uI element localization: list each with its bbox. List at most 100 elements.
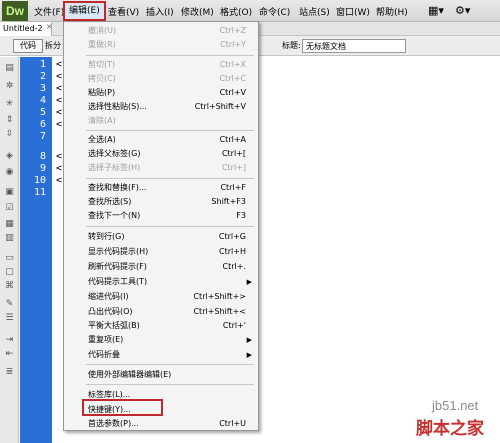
menu-item-indent-code[interactable]: 缩进代码(I) Ctrl+Shift+> — [64, 290, 258, 304]
line-number: 7 — [39, 131, 46, 142]
select-parent-tag-icon[interactable]: ◈ — [4, 151, 15, 161]
dreamweaver-logo: Dw — [2, 1, 28, 21]
wrap-tag-icon[interactable]: ⌘ — [4, 281, 15, 291]
collapse-selection-icon[interactable]: ⇕ — [4, 115, 15, 125]
menu-item-code-collapse[interactable]: 代码折叠 ▶ — [64, 348, 258, 362]
menu-item-clear[interactable]: 清除(A) — [64, 114, 258, 128]
menu-item-shortcut: F3 — [236, 211, 246, 220]
code-line: < — [56, 95, 63, 106]
menu-item-label: 显示代码提示(H) — [88, 247, 149, 256]
menu-item-shortcut: Ctrl+U — [219, 419, 246, 428]
menu-item-show-code-hints[interactable]: 显示代码提示(H) Ctrl+H — [64, 245, 258, 259]
menu-edit[interactable]: 编辑(E) — [63, 1, 106, 21]
title-field[interactable] — [302, 39, 406, 53]
menu-window[interactable]: 窗口(W) — [336, 5, 370, 18]
menu-item-shortcut: Ctrl+' — [222, 321, 246, 330]
menu-separator — [86, 55, 254, 56]
line-numbers-icon[interactable]: ▣ — [4, 187, 15, 197]
recent-snippets-icon[interactable]: ✎ — [4, 299, 15, 309]
menu-item-select-all[interactable]: 全选(A) Ctrl+A — [64, 133, 258, 147]
comment-icon[interactable]: ▭ — [4, 253, 15, 263]
menu-item-refresh-code-hints[interactable]: 刷新代码提示(F) Ctrl+. — [64, 260, 258, 274]
menu-item-label: 清除(A) — [88, 116, 116, 125]
menu-item-repeating-items[interactable]: 重复项(E) ▶ — [64, 333, 258, 347]
move-css-icon[interactable]: ☰ — [4, 313, 15, 323]
remove-comment-icon[interactable]: ▢ — [4, 267, 15, 277]
menu-item-find-selection[interactable]: 查找所选(S) Shift+F3 — [64, 195, 258, 209]
menu-item-select-parent-tag[interactable]: 选择父标签(G) Ctrl+[ — [64, 147, 258, 161]
menu-item-copy[interactable]: 拷贝(C) Ctrl+C — [64, 72, 258, 86]
menu-help[interactable]: 帮助(H) — [376, 5, 408, 18]
open-documents-icon[interactable]: ▤ — [4, 63, 15, 73]
menu-insert[interactable]: 插入(I) — [146, 5, 174, 18]
menu-item-shortcut: Ctrl+. — [222, 262, 246, 271]
menu-item-shortcut: Ctrl+[ — [221, 149, 246, 158]
menu-item-outdent-code[interactable]: 凸出代码(O) Ctrl+Shift+< — [64, 305, 258, 319]
menu-item-shortcut: Ctrl+Shift+> — [193, 292, 246, 301]
code-view-button[interactable]: 代码 — [13, 39, 43, 53]
line-number: 3 — [39, 83, 46, 94]
format-source-icon[interactable]: ≣ — [4, 367, 15, 377]
edit-menu-dropdown: 撤消(U) Ctrl+Z 重做(R) Ctrl+Y 剪切(T) Ctrl+X 拷贝(C… — [63, 21, 259, 431]
menu-site[interactable]: 站点(S) — [299, 5, 330, 18]
close-icon[interactable]: × — [46, 22, 53, 31]
menu-item-undo[interactable]: 撤消(U) Ctrl+Z — [64, 24, 258, 38]
tab-untitled-2[interactable]: Untitled-2 — [0, 22, 52, 36]
menu-item-shortcut: Ctrl+A — [219, 135, 246, 144]
menu-item-code-hint-tools[interactable]: 代码提示工具(T) ▶ — [64, 275, 258, 289]
menu-item-shortcut: Ctrl+C — [219, 74, 246, 83]
menu-item-label: 平衡大括弧(B) — [88, 321, 140, 330]
menu-format[interactable]: 格式(O) — [220, 5, 252, 18]
line-number: 2 — [39, 71, 46, 82]
menu-file[interactable]: 文件(F) — [34, 5, 64, 18]
menu-item-label: 拷贝(C) — [88, 74, 116, 83]
menu-item-paste-special[interactable]: 选择性粘贴(S)... Ctrl+Shift+V — [64, 100, 258, 114]
layout-icon[interactable]: ▦▾ — [428, 4, 444, 17]
line-number: 9 — [39, 163, 46, 174]
submenu-arrow-icon: ▶ — [246, 336, 252, 344]
menu-item-select-child[interactable]: 选择子标签(H) Ctrl+] — [64, 161, 258, 175]
line-number: 6 — [39, 119, 46, 130]
syntax-error-icon[interactable]: ▦ — [4, 219, 15, 229]
watermark-site: jb51.net — [432, 398, 479, 413]
menu-item-label: 查找下一个(N) — [88, 211, 141, 220]
menu-item-shortcut: Shift+F3 — [211, 197, 246, 206]
menu-item-shortcut: Ctrl+H — [219, 247, 246, 256]
expand-icon[interactable]: ✳ — [4, 99, 15, 109]
menu-item-preferences[interactable]: 首选参数(P)... Ctrl+U — [64, 417, 258, 431]
menu-item-label: 撤消(U) — [88, 26, 117, 35]
split-view-button[interactable]: 拆分 — [45, 39, 61, 53]
highlight-invalid-icon[interactable]: ☑ — [4, 203, 15, 213]
menu-commands[interactable]: 命令(C) — [259, 5, 290, 18]
menu-item-shortcut: Ctrl+G — [218, 232, 246, 241]
menu-item-label: 刷新代码提示(F) — [88, 262, 147, 271]
menu-item-balance-braces[interactable]: 平衡大括弧(B) Ctrl+' — [64, 319, 258, 333]
code-line: < — [56, 151, 63, 162]
menu-item-cut[interactable]: 剪切(T) Ctrl+X — [64, 58, 258, 72]
expand-all-icon[interactable]: ⇳ — [4, 129, 15, 139]
menu-item-redo[interactable]: 重做(R) Ctrl+Y — [64, 38, 258, 52]
menu-item-find-replace[interactable]: 查找和替换(F)... Ctrl+F — [64, 181, 258, 195]
menu-modify[interactable]: 修改(M) — [181, 5, 214, 18]
menu-item-label: 全选(A) — [88, 135, 116, 144]
menu-item-paste[interactable]: 粘贴(P) Ctrl+V — [64, 86, 258, 100]
coding-toolbar: ▤ ✲ ✳ ⇕ ⇳ ◈ ◉ ▣ ☑ ▦ ▥ ▭ ▢ ⌘ ✎ ☰ ⇥ ⇤ ≣ — [0, 57, 19, 443]
menu-item-shortcut: Ctrl+Shift+V — [194, 102, 246, 111]
menu-item-label: 选择父标签(G) — [88, 149, 141, 158]
word-wrap-icon[interactable]: ▥ — [4, 233, 15, 243]
outdent-code-icon[interactable]: ⇤ — [4, 349, 15, 359]
menu-item-find-next[interactable]: 查找下一个(N) F3 — [64, 209, 258, 223]
menu-item-label: 选择子标签(H) — [88, 163, 141, 172]
line-number-gutter: 1 2 3 4 5 6 7 8 9 10 11 — [20, 57, 52, 443]
menu-separator — [86, 364, 254, 365]
menu-item-external-editor[interactable]: 使用外部编辑器编辑(E) — [64, 368, 258, 382]
menu-item-label: 粘贴(P) — [88, 88, 116, 97]
collapse-tag-icon[interactable]: ✲ — [4, 81, 15, 91]
line-number: 10 — [33, 175, 46, 186]
menu-item-go-to-line[interactable]: 转到行(G) Ctrl+G — [64, 230, 258, 244]
menu-item-shortcut: Ctrl+Y — [220, 40, 246, 49]
balance-braces-icon[interactable]: ◉ — [4, 167, 15, 177]
settings-gear-icon[interactable]: ⚙▾ — [455, 4, 470, 17]
menu-view[interactable]: 查看(V) — [108, 5, 139, 18]
indent-code-icon[interactable]: ⇥ — [4, 335, 15, 345]
